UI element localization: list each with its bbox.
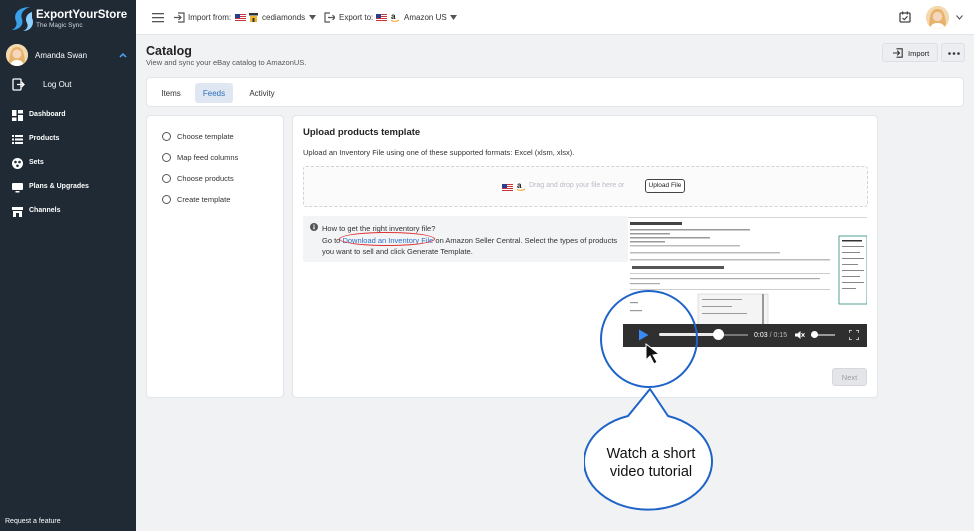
more-options-button[interactable] xyxy=(941,43,965,62)
step-map-feed-columns[interactable]: Map feed columns xyxy=(162,152,282,164)
import-icon xyxy=(174,12,185,23)
chevron-down-icon[interactable] xyxy=(956,15,963,20)
sidebar: ExportYourStore The Magic Sync Amanda Sw… xyxy=(0,0,136,531)
amazon-icon: a xyxy=(517,181,525,191)
tab-items[interactable]: Items xyxy=(153,83,189,103)
sidebar-item-sets[interactable]: Sets xyxy=(0,156,136,172)
step-radio[interactable] xyxy=(162,132,171,141)
request-feature-link[interactable]: Request a feature xyxy=(5,518,61,525)
volume-mute-icon[interactable] xyxy=(795,330,805,340)
sidebar-item-products[interactable]: Products xyxy=(0,132,136,148)
callout-text: Watch a short video tutorial xyxy=(586,445,716,481)
step-choose-products[interactable]: Choose products xyxy=(162,173,282,185)
sidebar-item-label: Sets xyxy=(29,159,44,166)
dashboard-icon xyxy=(12,110,23,121)
tabs-bar: Items Feeds Activity xyxy=(146,77,964,107)
info-icon xyxy=(310,223,318,231)
step-label: Choose products xyxy=(177,174,234,183)
video-current-time: 0:03 xyxy=(754,332,768,339)
sidebar-item-label: Plans & Upgrades xyxy=(29,183,89,190)
video-duration: 0:15 xyxy=(773,332,788,339)
steps-panel: Choose template Map feed columns Choose … xyxy=(146,115,284,398)
sidebar-item-label: Channels xyxy=(29,207,61,214)
caret-down-icon[interactable] xyxy=(450,15,457,20)
step-create-template[interactable]: Create template xyxy=(162,194,282,206)
import-from-label: Import from: xyxy=(188,13,232,22)
step-radio[interactable] xyxy=(162,174,171,183)
ebay-store-icon xyxy=(249,13,258,22)
sidebar-item-label: Products xyxy=(29,135,60,142)
user-menu[interactable]: Amanda Swan xyxy=(0,44,136,68)
menu-icon[interactable] xyxy=(152,12,164,23)
file-dropzone[interactable]: a Drag and drop your file here or Upload… xyxy=(303,166,868,207)
sidebar-item-label: Dashboard xyxy=(29,111,66,118)
user-name: Amanda Swan xyxy=(35,51,88,60)
us-flag-icon xyxy=(235,14,246,21)
top-bar: Import from: cediamonds Export to: a Ama… xyxy=(136,0,974,35)
logout-icon xyxy=(12,78,25,91)
link-highlight-circle xyxy=(339,232,435,246)
import-icon xyxy=(893,48,903,58)
logo-swirl-icon xyxy=(12,7,33,31)
chevron-up-icon[interactable] xyxy=(118,50,128,60)
page-subtitle: View and sync your eBay catalog to Amazo… xyxy=(146,58,307,67)
export-icon xyxy=(324,12,335,23)
logo[interactable]: ExportYourStore The Magic Sync xyxy=(10,4,134,32)
amazon-icon: a xyxy=(391,12,399,22)
callout-line-1: Watch a short xyxy=(606,446,696,462)
svg-text:a: a xyxy=(391,12,396,21)
step-label: Choose template xyxy=(177,132,234,141)
monitor-icon xyxy=(12,183,23,193)
sidebar-item-channels[interactable]: Channels xyxy=(0,204,136,220)
volume-knob[interactable] xyxy=(811,331,818,338)
logo-subtitle: The Magic Sync xyxy=(36,22,83,29)
video-time: 0:03 / 0:15 xyxy=(754,332,787,339)
export-to-label: Export to: xyxy=(339,13,374,22)
inventory-help-box: How to get the right inventory file? Go … xyxy=(303,216,628,262)
help-suffix: on Amazon Seller Central. Select the typ… xyxy=(433,236,618,245)
step-label: Map feed columns xyxy=(177,153,239,162)
card-description: Upload an Inventory File using one of th… xyxy=(303,148,575,157)
import-button-label: Import xyxy=(908,49,930,58)
step-radio[interactable] xyxy=(162,153,171,162)
tab-activity[interactable]: Activity xyxy=(241,83,283,103)
upload-file-button[interactable]: Upload File xyxy=(645,179,685,193)
logout-label: Log Out xyxy=(43,80,72,89)
tab-feeds[interactable]: Feeds xyxy=(195,83,233,103)
us-flag-icon xyxy=(502,184,513,191)
page-title: Catalog xyxy=(146,44,192,58)
caret-down-icon[interactable] xyxy=(309,15,316,20)
dropzone-text: Drag and drop your file here or xyxy=(529,182,625,189)
list-icon xyxy=(12,135,23,144)
sets-icon xyxy=(12,158,23,169)
logo-title: ExportYourStore xyxy=(36,9,128,21)
logout-button[interactable]: Log Out xyxy=(0,76,136,94)
store-icon xyxy=(12,207,23,217)
fullscreen-icon[interactable] xyxy=(849,330,859,340)
import-button[interactable]: Import xyxy=(882,43,938,62)
us-flag-icon xyxy=(376,14,387,21)
svg-text:a: a xyxy=(517,181,522,190)
step-radio[interactable] xyxy=(162,195,171,204)
next-button[interactable]: Next xyxy=(832,368,867,386)
calendar-icon[interactable] xyxy=(899,11,911,23)
avatar xyxy=(6,44,28,66)
top-avatar[interactable] xyxy=(926,6,949,29)
sidebar-item-dashboard[interactable]: Dashboard xyxy=(0,108,136,124)
sidebar-item-plans-upgrades[interactable]: Plans & Upgrades xyxy=(0,180,136,196)
step-label: Create template xyxy=(177,195,231,204)
step-choose-template[interactable]: Choose template xyxy=(162,131,282,143)
card-title: Upload products template xyxy=(303,127,421,138)
export-store-name[interactable]: Amazon US xyxy=(404,13,447,22)
callout-line-2: video tutorial xyxy=(609,464,693,480)
import-store-name[interactable]: cediamonds xyxy=(262,13,305,22)
help-line-3: you want to sell and click Generate Temp… xyxy=(322,247,473,256)
more-horizontal-icon xyxy=(948,52,960,55)
